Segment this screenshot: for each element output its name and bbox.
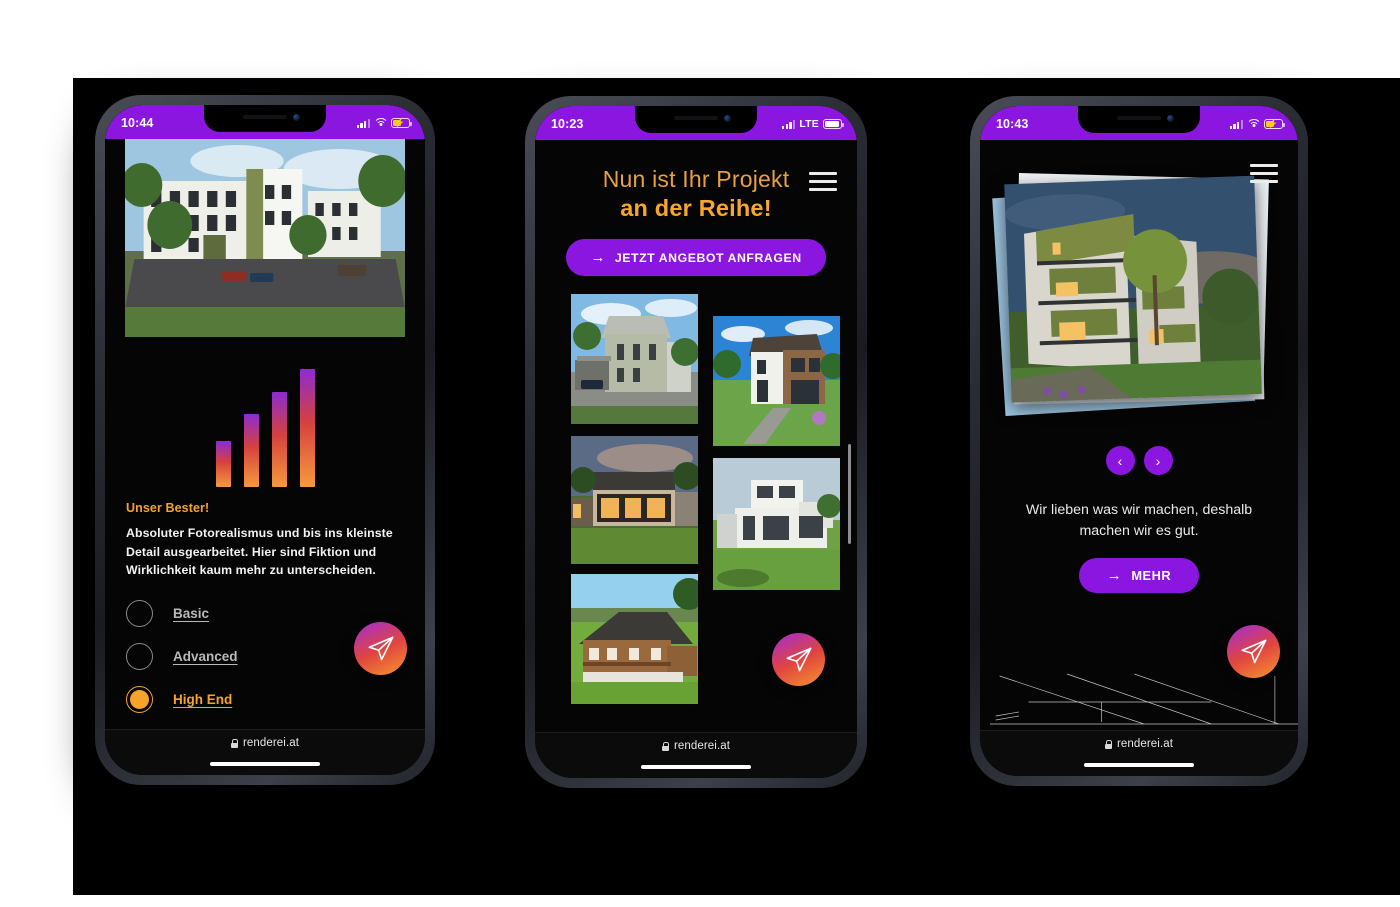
gallery-scrollbar[interactable] [848, 444, 851, 544]
hero-image-1 [125, 139, 405, 337]
gallery-item[interactable] [571, 294, 699, 424]
carousel-prev-button[interactable]: ‹ [1105, 446, 1135, 475]
signal-icon [356, 118, 370, 128]
url-text: renderei.at [673, 740, 731, 752]
more-button[interactable]: → MEHR [1078, 558, 1200, 594]
bar-1 [215, 441, 231, 487]
phone-2-body: 10:23 LTE Nun ist Ihr Projekt an der Rei… [535, 106, 857, 778]
request-offer-label: JETZT ANGEBOT ANFRAGEN [614, 250, 802, 265]
more-button-label: MEHR [1131, 568, 1172, 584]
section-description: Absoluter Fotorealismus und bis ins klei… [126, 526, 393, 578]
battery-charging-icon: ⚡ [391, 118, 413, 128]
gallery-item[interactable] [570, 436, 701, 564]
phone-1-body: 10:44 ⚡ Unser Bester! Absoluter Fotoreal… [105, 105, 425, 775]
phone-mockup-3: 10:43 ⚡ ‹ › Wir lieben was wir machen, d… [970, 96, 1308, 786]
stack-card-photo[interactable] [1004, 175, 1278, 403]
carousel-next-button[interactable]: › [1143, 446, 1173, 475]
phone-2-screen: 10:23 LTE Nun ist Ihr Projekt an der Rei… [535, 106, 857, 778]
wireframe-lines-graphic [990, 672, 1298, 730]
status-time-3: 10:43 [996, 117, 1029, 131]
section-heading: Unser Bester! [126, 501, 210, 515]
phone-mockup-2: 10:23 LTE Nun ist Ihr Projekt an der Rei… [525, 96, 867, 788]
photo-card-stack [980, 164, 1298, 434]
send-paper-plane-icon [1241, 639, 1266, 663]
lock-icon [230, 738, 239, 748]
send-fab-button-2[interactable] [772, 633, 825, 686]
radio-icon[interactable] [126, 600, 153, 628]
phone-notch-3 [1078, 106, 1200, 133]
signal-icon [781, 119, 796, 129]
arrow-right-icon: → [1106, 567, 1123, 585]
bar-2 [243, 414, 259, 487]
home-indicator[interactable] [210, 761, 320, 766]
send-paper-plane-icon [368, 636, 393, 660]
arrow-right-icon: → [590, 249, 606, 266]
browser-url-bar-3[interactable]: renderei.at [980, 730, 1298, 776]
url-text: renderei.at [242, 737, 300, 749]
network-label: LTE [799, 118, 819, 130]
status-time-1: 10:44 [121, 116, 154, 130]
phone-1-screen: 10:44 ⚡ Unser Bester! Absoluter Fotoreal… [105, 105, 425, 775]
option-high-end[interactable]: High End [126, 686, 404, 714]
browser-url-bar-2[interactable]: renderei.at [535, 732, 857, 778]
bar-4 [299, 369, 315, 487]
project-gallery [535, 294, 857, 704]
headline-line-2: an der Reihe! [620, 195, 772, 221]
option-basic[interactable]: Basic [126, 600, 404, 628]
phone-2-content: Nun ist Ihr Projekt an der Reihe! → JETZ… [535, 140, 857, 778]
url-text: renderei.at [1116, 738, 1174, 750]
phone-2-header: Nun ist Ihr Projekt an der Reihe! → JETZ… [535, 140, 857, 276]
hamburger-menu-icon[interactable] [809, 172, 837, 192]
phone-1-content: Unser Bester! Absoluter Fotorealismus un… [105, 139, 425, 775]
option-label: Advanced [173, 649, 238, 665]
phone-3-content: ‹ › Wir lieben was wir machen, deshalb m… [980, 140, 1298, 776]
hamburger-menu-icon[interactable] [1250, 164, 1278, 184]
carousel-controls: ‹ › [980, 446, 1298, 475]
more-button-wrap: → MEHR [980, 558, 1298, 594]
gallery-item[interactable] [713, 316, 846, 446]
browser-url-bar-1[interactable]: renderei.at [105, 729, 425, 775]
home-indicator[interactable] [641, 764, 751, 769]
phone-mockup-1: 10:44 ⚡ Unser Bester! Absoluter Fotoreal… [95, 95, 435, 785]
send-paper-plane-icon [786, 647, 811, 671]
tagline-text: Wir lieben was wir machen, deshalb mache… [1025, 502, 1253, 539]
radio-icon[interactable] [126, 643, 153, 671]
battery-icon [823, 119, 845, 129]
lock-icon [661, 741, 670, 751]
send-fab-button-1[interactable] [354, 622, 407, 675]
phone-3-body: 10:43 ⚡ ‹ › Wir lieben was wir machen, d… [980, 106, 1298, 776]
battery-charging-icon: ⚡ [1264, 119, 1286, 129]
phone-3-screen: 10:43 ⚡ ‹ › Wir lieben was wir machen, d… [980, 106, 1298, 776]
phone-notch-2 [635, 106, 757, 133]
bar-3 [271, 392, 287, 487]
phone-1-text-block: Unser Bester! Absoluter Fotorealismus un… [105, 487, 425, 714]
option-label: Basic [173, 606, 210, 622]
phone-notch-1 [204, 105, 326, 132]
status-time-2: 10:23 [551, 117, 584, 131]
gallery-item[interactable] [571, 574, 705, 704]
bar-chart-1 [105, 367, 425, 487]
screenshot-stage: 10:44 ⚡ Unser Bester! Absoluter Fotoreal… [0, 0, 1400, 907]
send-fab-button-3[interactable] [1227, 625, 1280, 678]
wifi-icon [374, 118, 387, 128]
signal-icon [1229, 119, 1243, 129]
wifi-icon [1247, 119, 1260, 129]
request-offer-button[interactable]: → JETZT ANGEBOT ANFRAGEN [566, 239, 826, 276]
gallery-item[interactable] [713, 458, 841, 590]
home-indicator[interactable] [1084, 762, 1194, 767]
option-label: High End [173, 692, 233, 708]
lock-icon [1104, 739, 1113, 749]
radio-selected-icon[interactable] [126, 686, 153, 714]
